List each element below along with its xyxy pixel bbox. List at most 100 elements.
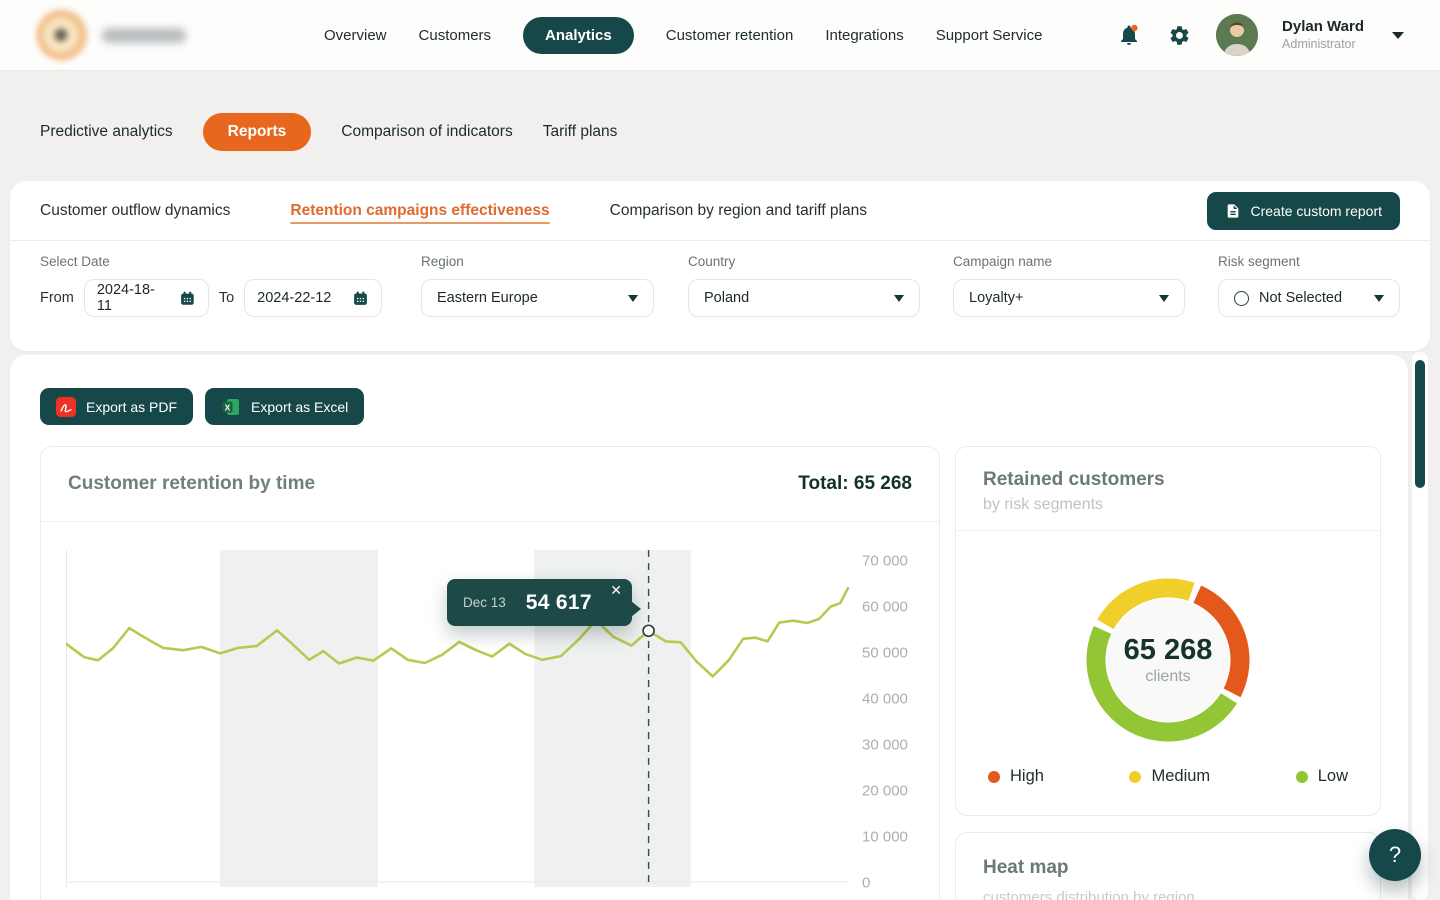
y-axis-tick: 70 000 bbox=[862, 553, 908, 570]
legend-dot bbox=[1296, 771, 1308, 783]
date-to-input[interactable]: 2024-22-12 bbox=[244, 279, 382, 317]
date-from-input[interactable]: 2024-18-11 bbox=[84, 279, 209, 317]
help-button[interactable]: ? bbox=[1369, 829, 1421, 881]
filter-risk-segment: Risk segment Not Selected bbox=[1218, 254, 1400, 317]
header-actions: Dylan Ward Administrator bbox=[1116, 14, 1404, 56]
filter-region: Region Eastern Europe bbox=[421, 254, 654, 317]
export-excel-button[interactable]: X Export as Excel bbox=[205, 388, 364, 425]
tab-comparison-of-indicators[interactable]: Comparison of indicators bbox=[341, 123, 512, 141]
nav-item-customer-retention[interactable]: Customer retention bbox=[666, 17, 794, 54]
report-tabs: Customer outflow dynamics Retention camp… bbox=[10, 181, 1430, 241]
legend-label: Medium bbox=[1151, 767, 1210, 786]
logo[interactable] bbox=[36, 9, 258, 61]
user-avatar[interactable] bbox=[1216, 14, 1258, 56]
nav-item-support-service[interactable]: Support Service bbox=[936, 17, 1043, 54]
chevron-down-icon bbox=[894, 295, 904, 302]
tooltip-date: Dec 13 bbox=[463, 595, 506, 610]
tab-tariff-plans[interactable]: Tariff plans bbox=[543, 123, 618, 141]
to-label: To bbox=[219, 290, 234, 306]
legend-label: Low bbox=[1318, 767, 1348, 786]
tab-reports[interactable]: Reports bbox=[203, 113, 312, 151]
export-pdf-label: Export as PDF bbox=[86, 399, 177, 415]
region-select[interactable]: Eastern Europe bbox=[421, 279, 654, 317]
risk-segment-select[interactable]: Not Selected bbox=[1218, 279, 1400, 317]
create-custom-report-label: Create custom report bbox=[1251, 203, 1383, 219]
main-nav: Overview Customers Analytics Customer re… bbox=[324, 17, 1042, 54]
selected-point-marker[interactable] bbox=[643, 625, 654, 636]
nav-item-integrations[interactable]: Integrations bbox=[825, 17, 903, 54]
y-axis-tick: 50 000 bbox=[862, 645, 908, 662]
country-select[interactable]: Poland bbox=[688, 279, 920, 317]
donut-svg bbox=[1078, 570, 1258, 750]
reports-panel: Customer outflow dynamics Retention camp… bbox=[10, 181, 1430, 351]
report-content-card: Export as PDF X Export as Excel Customer… bbox=[10, 355, 1408, 900]
notifications-bell-icon[interactable] bbox=[1116, 22, 1142, 48]
calendar-icon bbox=[179, 290, 196, 307]
legend-dot bbox=[988, 771, 1000, 783]
tooltip-value: 54 617 bbox=[526, 591, 592, 615]
user-role: Administrator bbox=[1282, 37, 1364, 53]
filter-region-label: Region bbox=[421, 254, 654, 269]
country-value: Poland bbox=[704, 290, 749, 306]
settings-gear-icon[interactable] bbox=[1166, 22, 1192, 48]
chevron-down-icon bbox=[1159, 295, 1169, 302]
report-tab-comparison-by-region[interactable]: Comparison by region and tariff plans bbox=[610, 202, 867, 220]
export-pdf-button[interactable]: Export as PDF bbox=[40, 388, 193, 425]
logo-text-blurred bbox=[102, 28, 186, 43]
risk-value: Not Selected bbox=[1259, 290, 1342, 306]
chevron-down-icon bbox=[628, 295, 638, 302]
filter-campaign-label: Campaign name bbox=[953, 254, 1185, 269]
legend-dot bbox=[1129, 771, 1141, 783]
retention-by-time-card: Customer retention by time Total: 65 268… bbox=[40, 446, 940, 900]
nav-item-customers[interactable]: Customers bbox=[419, 17, 492, 54]
filter-date: Select Date From 2024-18-11 To bbox=[40, 254, 382, 317]
legend-item-low: Low bbox=[1296, 767, 1348, 786]
heat-map-subtitle: customers distribution by region bbox=[956, 879, 1380, 900]
user-name: Dylan Ward bbox=[1282, 18, 1364, 37]
legend-item-medium: Medium bbox=[1129, 767, 1210, 786]
donut-chart: 65 268 clients bbox=[1078, 570, 1258, 750]
filters-bar: Select Date From 2024-18-11 To bbox=[10, 241, 1430, 350]
export-excel-label: Export as Excel bbox=[251, 399, 348, 415]
report-tab-customer-outflow-dynamics[interactable]: Customer outflow dynamics bbox=[40, 202, 230, 220]
chart-band bbox=[220, 550, 378, 887]
logo-icon bbox=[36, 9, 88, 61]
y-axis-tick: 30 000 bbox=[862, 737, 908, 754]
chevron-down-icon bbox=[1374, 295, 1384, 302]
from-label: From bbox=[40, 290, 74, 306]
user-menu-chevron-down-icon[interactable] bbox=[1392, 32, 1404, 39]
report-tab-retention-campaigns-effectiveness[interactable]: Retention campaigns effectiveness bbox=[290, 202, 549, 220]
tab-predictive-analytics[interactable]: Predictive analytics bbox=[40, 123, 173, 141]
tooltip-close-icon[interactable]: ✕ bbox=[610, 583, 622, 597]
legend-item-high: High bbox=[988, 767, 1044, 786]
y-axis-tick: 60 000 bbox=[862, 599, 908, 616]
retained-subtitle: by risk segments bbox=[983, 496, 1353, 514]
filter-campaign: Campaign name Loyalty+ bbox=[953, 254, 1185, 317]
nav-item-overview[interactable]: Overview bbox=[324, 17, 387, 54]
y-axis-tick: 10 000 bbox=[862, 829, 908, 846]
campaign-select[interactable]: Loyalty+ bbox=[953, 279, 1185, 317]
chart-total: Total: 65 268 bbox=[798, 473, 912, 495]
retained-customers-card: Retained customers by risk segments 65 2… bbox=[955, 446, 1381, 816]
filter-risk-label: Risk segment bbox=[1218, 254, 1400, 269]
heat-map-card: Heat map customers distribution by regio… bbox=[955, 832, 1381, 900]
document-icon bbox=[1225, 203, 1241, 219]
retained-title: Retained customers bbox=[983, 469, 1353, 491]
svg-text:X: X bbox=[225, 402, 231, 412]
analytics-subtabs: Predictive analytics Reports Comparison … bbox=[40, 110, 617, 153]
filter-country: Country Poland bbox=[688, 254, 920, 317]
user-menu[interactable]: Dylan Ward Administrator bbox=[1282, 18, 1364, 52]
excel-icon: X bbox=[221, 397, 241, 417]
heat-map-title: Heat map bbox=[956, 833, 1380, 879]
line-chart-plot: 70 00060 00050 00040 00030 00020 00010 0… bbox=[66, 550, 936, 890]
top-navbar: Overview Customers Analytics Customer re… bbox=[0, 0, 1440, 71]
scrollbar-thumb[interactable] bbox=[1415, 360, 1425, 488]
legend-label: High bbox=[1010, 767, 1044, 786]
nav-item-analytics[interactable]: Analytics bbox=[523, 17, 634, 54]
filter-date-label: Select Date bbox=[40, 254, 382, 269]
radio-circle-icon bbox=[1234, 291, 1249, 306]
create-custom-report-button[interactable]: Create custom report bbox=[1207, 192, 1401, 230]
export-buttons: Export as PDF X Export as Excel bbox=[40, 388, 364, 425]
chart-title: Customer retention by time bbox=[68, 473, 315, 495]
date-to-value: 2024-22-12 bbox=[257, 290, 331, 306]
